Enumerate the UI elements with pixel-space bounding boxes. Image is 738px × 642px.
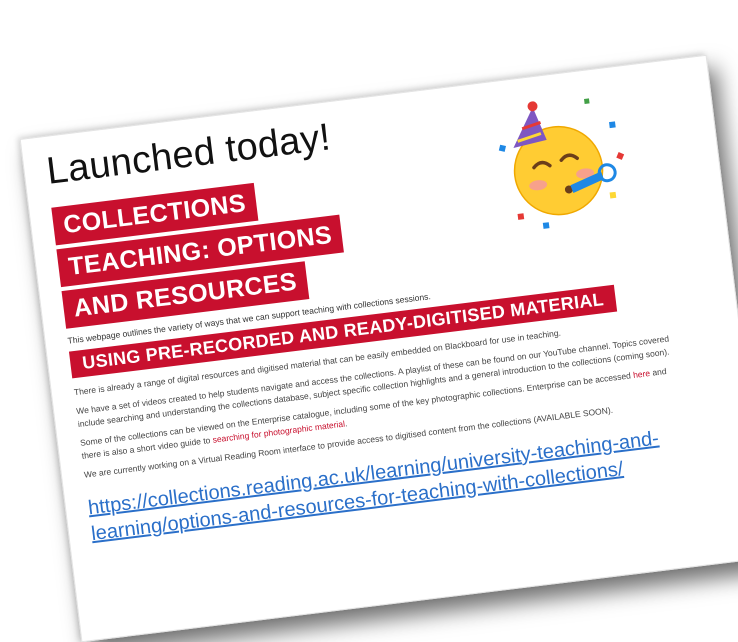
paragraph-3-text-c: . — [344, 418, 348, 429]
partying-face-icon — [498, 98, 625, 229]
here-link[interactable]: here — [632, 368, 650, 380]
slide-content: Launched today! COLLECTIONS TEACHING: OP… — [44, 73, 728, 547]
slide-card: Launched today! COLLECTIONS TEACHING: OP… — [19, 54, 738, 642]
